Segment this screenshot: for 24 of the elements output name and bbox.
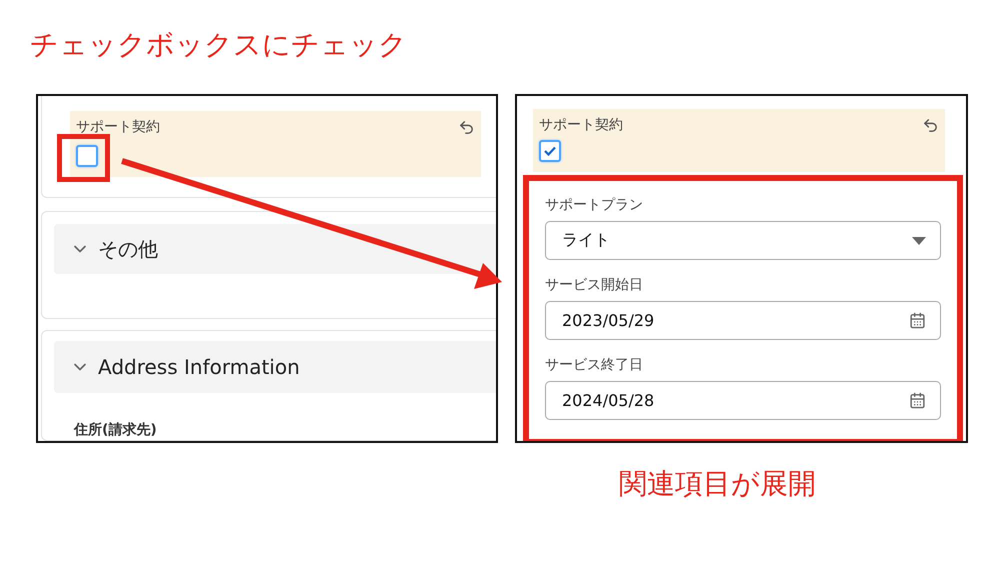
undo-icon[interactable] [922,116,939,134]
section-title: Address Information [98,355,300,379]
field-label: 住所(請求先) [74,421,158,439]
select-field[interactable]: ライト [545,221,941,260]
field-label: サポートプラン [545,196,644,214]
annotation-caption: 関連項目が展開 [619,467,816,501]
checkbox[interactable] [76,145,98,167]
undo-icon[interactable] [458,118,475,136]
section-header[interactable]: その他 [54,224,496,274]
field-label: サービス終了日 [545,356,644,374]
field-label: サービス開始日 [545,276,644,294]
field-label: サポート契約 [539,116,623,134]
dropdown-caret-icon [912,236,926,244]
section-title: その他 [98,236,158,262]
check-icon [544,146,556,156]
calendar-icon[interactable] [909,392,926,409]
section-header[interactable]: Address Information [54,341,496,393]
date-field[interactable]: 2024/05/28 [545,381,941,420]
calendar-icon[interactable] [909,312,926,329]
checkbox[interactable] [539,140,561,162]
annotation-heading: チェックボックスにチェック [30,28,407,62]
highlight-frame [57,134,110,182]
field-label: サポート契約 [76,118,160,136]
date-field[interactable]: 2023/05/29 [545,301,941,340]
